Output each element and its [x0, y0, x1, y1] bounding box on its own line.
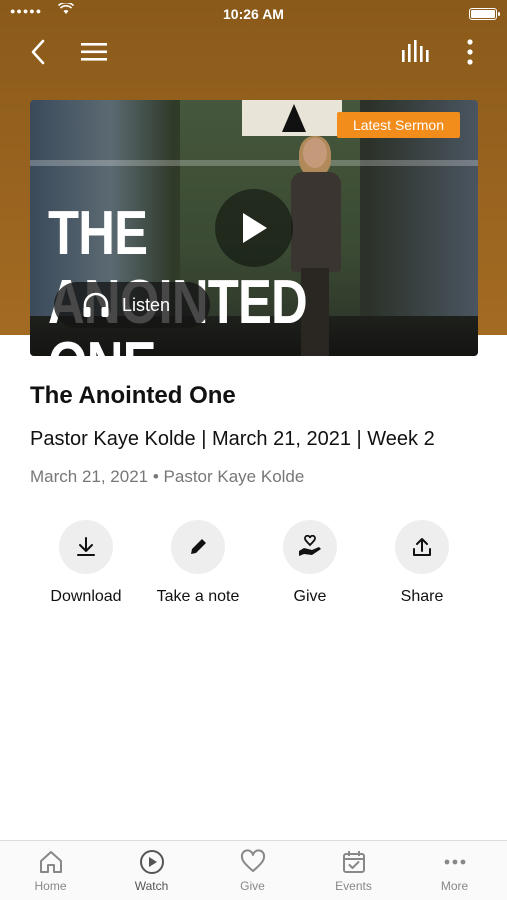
share-label: Share [400, 588, 444, 605]
tab-home-label: Home [34, 879, 67, 893]
audio-bars-button[interactable] [397, 34, 433, 70]
status-time: 10:26 AM [223, 6, 284, 22]
sermon-title: The Anointed One [30, 382, 236, 409]
sermon-video-thumbnail[interactable]: THE ANOINTED ONE Latest Sermon Listen [30, 100, 478, 356]
bottom-tab-bar: Home Watch Give Events More [0, 840, 507, 900]
headphones-icon [83, 292, 109, 317]
calendar-check-icon [342, 851, 365, 873]
overlay-title-line-1: THE [48, 199, 148, 268]
play-icon [243, 213, 267, 243]
latest-sermon-badge: Latest Sermon [336, 112, 460, 138]
download-button[interactable]: Download [30, 520, 142, 606]
tab-watch[interactable]: Watch [101, 849, 202, 893]
vertical-dots-icon [467, 39, 473, 65]
give-hand-heart-icon [299, 535, 321, 556]
take-note-label: Take a note [156, 588, 240, 605]
listen-label: Listen [122, 294, 171, 315]
action-row: Download Take a note Give Share [30, 520, 478, 620]
download-icon [77, 537, 95, 556]
menu-button[interactable] [76, 34, 112, 70]
church-logo [242, 100, 342, 136]
tab-more[interactable]: More [404, 849, 505, 893]
back-button[interactable] [20, 34, 56, 70]
more-options-button[interactable] [452, 34, 488, 70]
chevron-left-icon [31, 39, 45, 65]
play-circle-icon [139, 850, 164, 874]
home-icon [39, 851, 62, 873]
play-button[interactable] [215, 189, 293, 267]
tab-events-label: Events [335, 879, 372, 893]
tab-events[interactable]: Events [303, 849, 404, 893]
tab-watch-label: Watch [134, 879, 169, 893]
download-label: Download [50, 588, 122, 605]
dots-icon [444, 859, 465, 865]
battery-icon [469, 8, 500, 20]
tab-home[interactable]: Home [0, 849, 101, 893]
tab-give-label: Give [240, 879, 265, 893]
hamburger-menu-icon [81, 43, 107, 61]
share-icon [413, 538, 431, 556]
sermon-meta: March 21, 2021 • Pastor Kaye Kolde [30, 467, 305, 486]
status-bar: ●●●●● 10:26 AM [0, 0, 507, 28]
sermon-subtitle: Pastor Kaye Kolde | March 21, 2021 | Wee… [30, 428, 435, 450]
equalizer-icon [402, 40, 429, 62]
tab-more-label: More [440, 879, 469, 893]
pencil-icon [191, 539, 206, 554]
give-button[interactable]: Give [254, 520, 366, 606]
tab-give[interactable]: Give [202, 849, 303, 893]
heart-icon [240, 849, 265, 872]
give-label: Give [293, 588, 327, 605]
listen-button[interactable]: Listen [54, 282, 210, 328]
top-nav [0, 34, 507, 74]
take-note-button[interactable]: Take a note [142, 520, 254, 606]
share-button[interactable]: Share [366, 520, 478, 606]
